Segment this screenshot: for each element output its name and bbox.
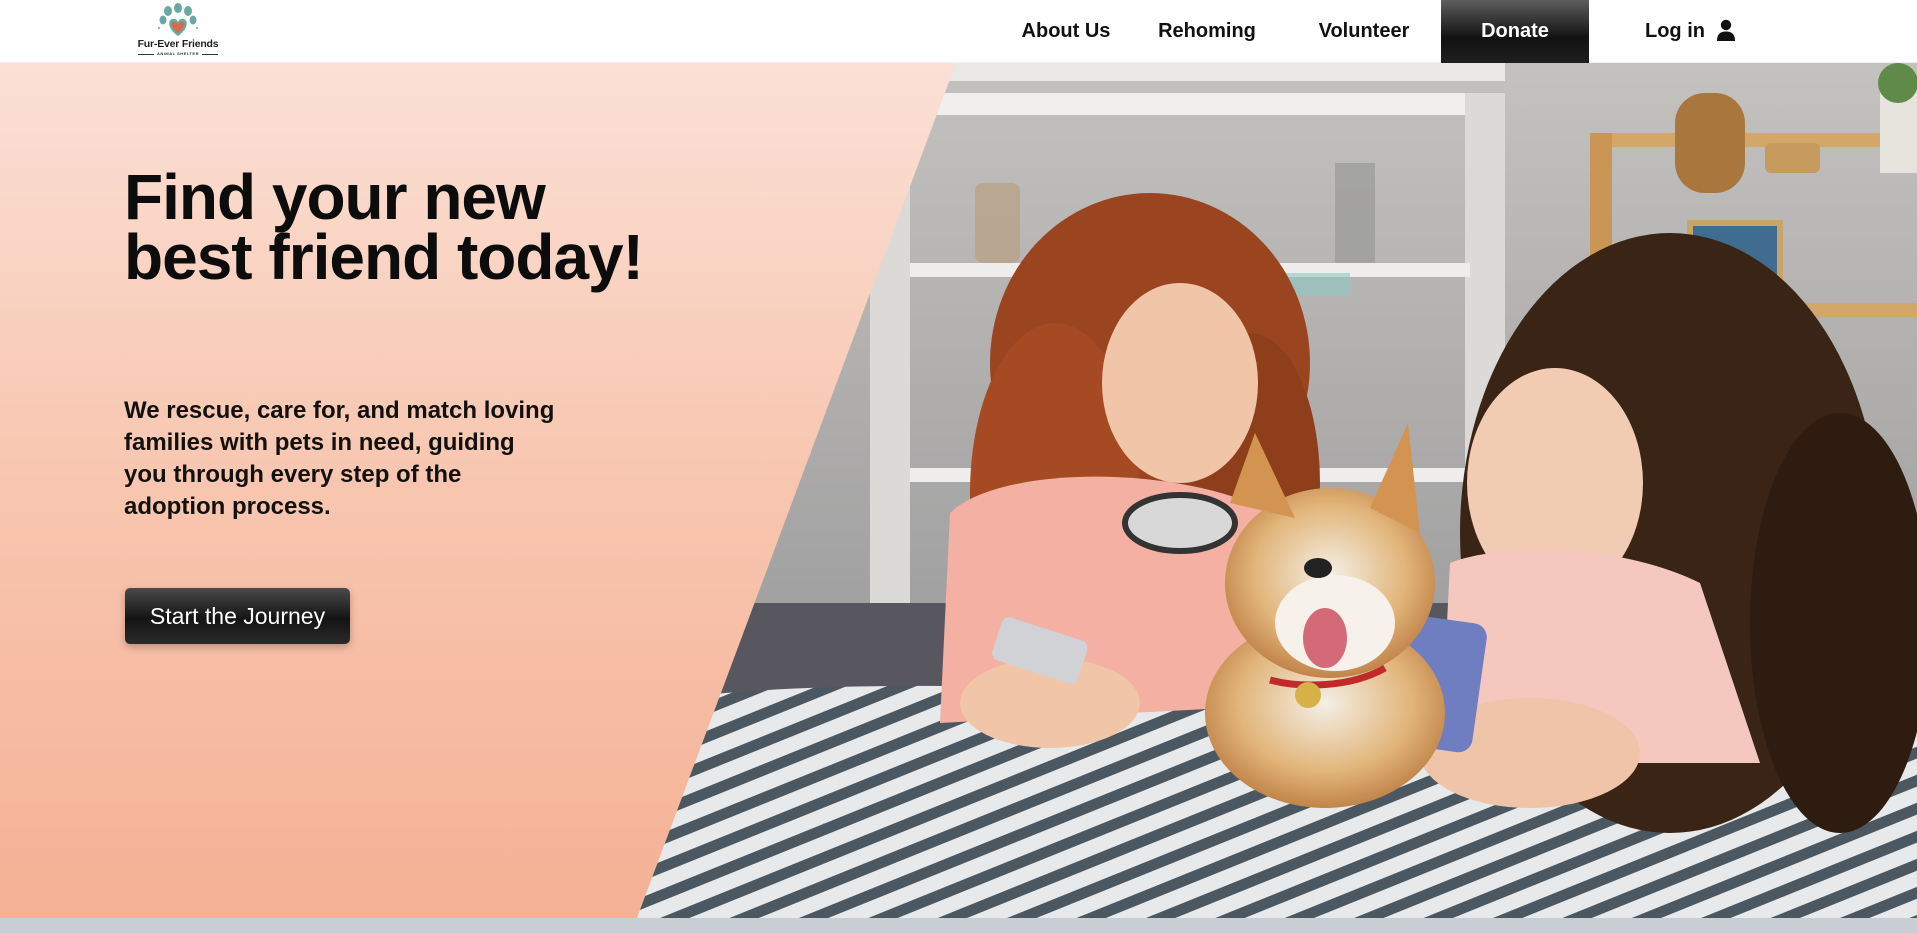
page: Fur-Ever Friends ANIMAL SHELTER About Us…: [0, 0, 1917, 933]
logo-divider: [202, 54, 218, 55]
brand-name: Fur-Ever Friends: [137, 38, 219, 50]
hero-description: We rescue, care for, and match loving fa…: [124, 397, 555, 520]
brand-logo[interactable]: Fur-Ever Friends ANIMAL SHELTER: [136, 2, 220, 60]
top-navigation: Fur-Ever Friends ANIMAL SHELTER About Us…: [0, 0, 1917, 63]
user-icon[interactable]: [1716, 19, 1736, 41]
hero-headline: Find your new best friend today!: [124, 161, 644, 293]
nav-rehoming[interactable]: Rehoming: [1152, 0, 1262, 63]
nav-about-us[interactable]: About Us: [1001, 0, 1131, 63]
nav-volunteer[interactable]: Volunteer: [1314, 0, 1414, 63]
page-bottom-edge: [0, 918, 1917, 933]
hero-section: Find your new best friend today! We resc…: [0, 63, 1917, 918]
paw-heart-icon: [158, 3, 198, 36]
start-journey-button[interactable]: Start the Journey: [125, 588, 350, 644]
nav-donate-button[interactable]: Donate: [1441, 0, 1589, 63]
